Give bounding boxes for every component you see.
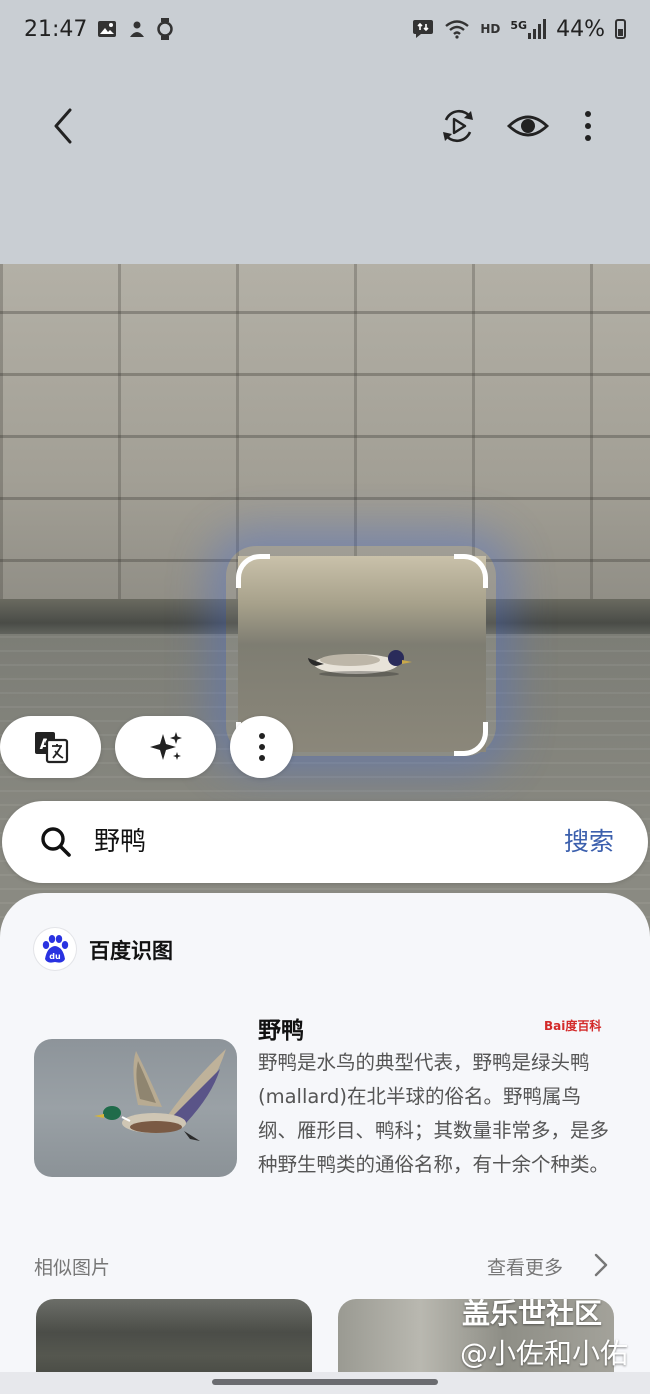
battery-icon: [615, 19, 626, 39]
see-more-link[interactable]: 查看更多: [487, 1253, 563, 1280]
top-toolbar: [0, 58, 650, 264]
watermark-line1: 盖乐世社区: [462, 1297, 603, 1330]
baidu-paw-icon: du: [42, 935, 69, 963]
signal-5g-icon: [528, 19, 547, 39]
status-bar: 21:47 HD 5G 44%: [0, 0, 650, 58]
status-time: 21:47: [24, 16, 88, 42]
status-left: 21:47: [24, 16, 174, 42]
translate-icon: A: [34, 732, 68, 764]
provider-label: 百度识图: [89, 939, 173, 963]
transfer-icon: [413, 20, 434, 38]
result-title[interactable]: 野鸭: [258, 1011, 304, 1045]
result-thumbnail[interactable]: [34, 1039, 237, 1177]
gallery-icon: [98, 21, 117, 37]
battery-text: 44%: [556, 16, 605, 42]
status-right: HD 5G 44%: [412, 17, 626, 42]
search-input[interactable]: 野鸭: [94, 823, 146, 861]
baidu-logo: du: [34, 928, 76, 970]
back-icon[interactable]: [48, 106, 78, 146]
search-bar[interactable]: 野鸭 搜索: [2, 801, 648, 883]
watermark-line2: @小佐和小佑: [460, 1337, 629, 1370]
more-vert-icon: [258, 733, 265, 761]
svg-text:du: du: [49, 952, 61, 961]
more-chip[interactable]: [230, 716, 293, 778]
watch-icon: [157, 18, 174, 40]
eye-icon[interactable]: [506, 106, 550, 146]
baike-logo-text: Bai度百科: [544, 1019, 602, 1033]
hd-label: HD: [480, 22, 501, 36]
network-label: 5G: [510, 19, 528, 32]
result-description[interactable]: 野鸭是水鸟的典型代表，野鸭是绿头鸭(mallard)在北半球的俗名。野鸭属鸟纲、…: [258, 1046, 610, 1182]
more-vert-icon[interactable]: [568, 106, 608, 146]
wifi-icon: [445, 20, 470, 39]
person-icon: [130, 21, 145, 37]
signal-group: 5G: [510, 19, 547, 39]
ai-sparkle-icon: [149, 732, 182, 760]
remaster-icon[interactable]: [438, 106, 478, 146]
chevron-right-icon[interactable]: [592, 1251, 610, 1279]
duck-subject: [308, 650, 412, 677]
similar-images-label: 相似图片: [34, 1257, 111, 1279]
flying-duck-image: [94, 1049, 226, 1141]
ai-chip[interactable]: [115, 716, 216, 778]
baike-logo: Bai度百科: [544, 1017, 601, 1034]
search-button[interactable]: 搜索: [564, 823, 614, 861]
navigation-bar: [0, 1372, 650, 1394]
translate-chip[interactable]: A: [0, 716, 101, 778]
search-icon: [41, 827, 71, 857]
home-gesture-handle[interactable]: [212, 1379, 438, 1385]
